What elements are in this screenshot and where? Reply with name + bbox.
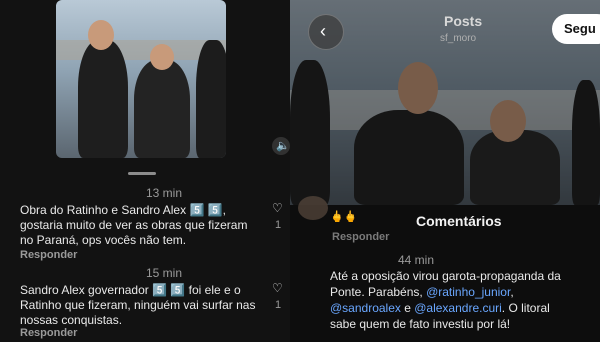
drag-handle[interactable]: [128, 172, 156, 175]
comment-line-1: Até a oposição virou garota-propaganda d…: [330, 269, 561, 283]
top-comment-reply-button[interactable]: Responder: [332, 230, 389, 245]
comment-line-3: @sandroalex e @alexandre.curi. O litoral: [330, 301, 550, 316]
mute-button[interactable]: 🔈: [272, 137, 290, 155]
speaker-icon: 🔈: [276, 140, 290, 152]
left-comments-panel: 🔈 13 min Obra do Ratinho e Sandro Alex 5…: [0, 0, 298, 342]
comment-1-like-heart-icon[interactable]: ♡: [272, 202, 284, 214]
person-left: [290, 60, 330, 205]
right-post-panel: ‹ Posts sf_moro Segu 🖕🖕 Responder Coment…: [290, 0, 600, 342]
comment-2-line-2: Ratinho que fizeram, ninguém vai surfar …: [20, 298, 256, 312]
comment-1-time: 13 min: [146, 186, 183, 200]
comment-line-2-text: Ponte. Parabéns,: [330, 285, 423, 299]
comment-line-2-end: ,: [510, 285, 514, 299]
comment-2-reply-button[interactable]: Responder: [20, 326, 77, 341]
person-edge: [572, 80, 600, 205]
comment-1-line-3: no Paraná, ops vocês não tem.: [20, 233, 187, 247]
comment-line-3-end: . O litoral: [501, 301, 550, 315]
comment-1-line-2: gostaria muito de ver as obras que fizer…: [20, 218, 248, 232]
mention-ratinho-junior[interactable]: @ratinho_junior: [426, 285, 510, 299]
mention-alexandre-curi[interactable]: @alexandre.curi: [414, 301, 502, 315]
emoji-reaction: 🖕🖕: [330, 211, 358, 223]
chevron-left-icon: ‹: [320, 21, 326, 41]
follow-button-label: Segu: [564, 21, 596, 36]
person-2: [134, 60, 190, 158]
back-button[interactable]: ‹: [308, 14, 344, 50]
follow-button[interactable]: Segu: [552, 14, 600, 44]
mention-sandroalex[interactable]: @sandroalex: [330, 301, 401, 315]
comment-1-reply-button[interactable]: Responder: [20, 248, 77, 263]
comment-time: 44 min: [398, 253, 435, 267]
person-1: [78, 40, 128, 158]
person-1-head: [88, 20, 114, 50]
person-3: [196, 40, 226, 158]
comment-2-like-heart-icon[interactable]: ♡: [272, 282, 284, 294]
comment-line-4: sabe quem de fato investiu por lá!: [330, 317, 511, 331]
comment-line-2: Ponte. Parabéns, @ratinho_junior,: [330, 285, 514, 300]
comment-line-3-mid: e: [400, 301, 415, 315]
comment-1-like-count: 1: [275, 219, 282, 231]
header-title: Posts: [444, 13, 483, 29]
comment-2-line-1: Sandro Alex governador 5️⃣ 5️⃣ foi ele e…: [20, 283, 241, 297]
post-photo[interactable]: [56, 0, 226, 158]
person-center-head: [398, 62, 438, 114]
commenter-avatar[interactable]: [298, 196, 328, 220]
person-right-head: [490, 100, 526, 142]
person-right: [470, 130, 560, 205]
person-center: [354, 110, 464, 205]
comment-1-line-1: Obra do Ratinho e Sandro Alex 5️⃣ 5️⃣,: [20, 203, 226, 217]
header-subtitle: sf_moro: [440, 33, 477, 44]
comment-2-time: 15 min: [146, 266, 183, 280]
comments-title: Comentários: [416, 213, 502, 229]
comment-2-like-count: 1: [275, 299, 282, 311]
person-2-head: [150, 44, 174, 70]
